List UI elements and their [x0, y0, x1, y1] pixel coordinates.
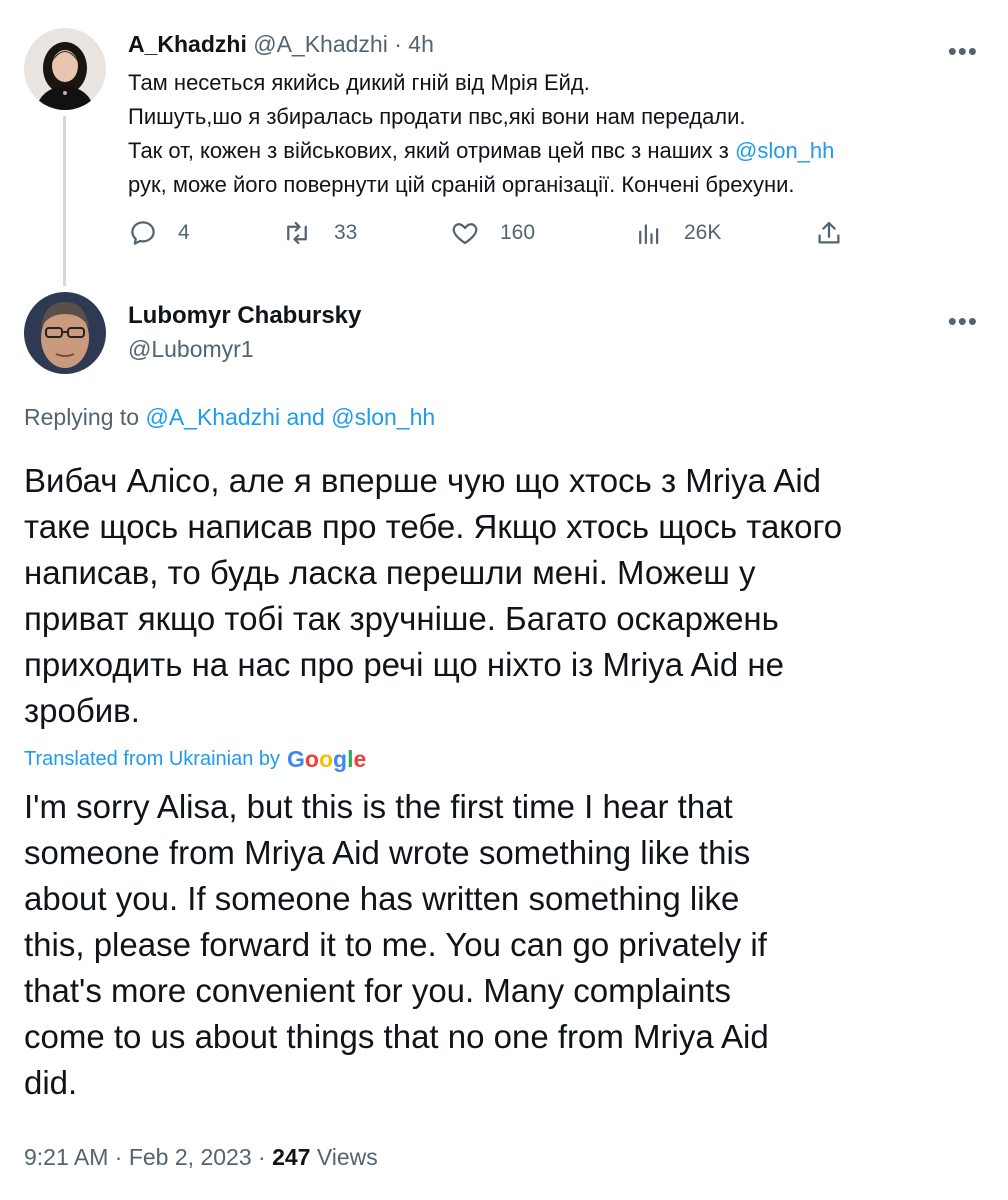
- tweet1-header: A_Khadzhi @A_Khadzhi · 4h: [128, 31, 434, 58]
- tweet2-ukrainian-text: Вибач Алісо, але я вперше чую що хтось з…: [24, 458, 842, 734]
- replying-to: Replying to @A_Khadzhi and @slon_hh: [24, 404, 436, 430]
- tweet1-display-name[interactable]: A_Khadzhi: [128, 31, 247, 57]
- avatar-a-khadzhi[interactable]: [24, 28, 106, 110]
- ua-line: Вибач Алісо, але я вперше чую що хтось з…: [24, 462, 822, 499]
- tweet2-english-text: I'm sorry Alisa, but this is the first t…: [24, 784, 769, 1106]
- reply-button[interactable]: 4: [128, 218, 190, 248]
- en-line: someone from Mriya Aid wrote something l…: [24, 834, 751, 871]
- like-count: 160: [500, 221, 536, 244]
- en-line: come to us about things that no one from…: [24, 1018, 769, 1055]
- tweet1-line: Пишуть,шо я збиралась продати пвс,які во…: [128, 104, 746, 129]
- tweet1-handle[interactable]: @A_Khadzhi: [253, 31, 388, 57]
- ua-line: приходить на нас про речі що ніхто із Mr…: [24, 646, 784, 683]
- tweet1-separator: ·: [394, 31, 402, 57]
- heart-icon: [452, 223, 478, 245]
- tweet-time[interactable]: 9:21 AM: [24, 1144, 108, 1170]
- views-chart-icon: [639, 224, 659, 245]
- retweet-button[interactable]: 33: [280, 218, 357, 248]
- tweet2-display-name[interactable]: Lubomyr Chabursky: [128, 302, 361, 330]
- tweet2-footer: 9:21 AM · Feb 2, 2023 · 247 Views: [24, 1144, 378, 1170]
- en-line: I'm sorry Alisa, but this is the first t…: [24, 788, 733, 825]
- tweet1-time[interactable]: 4h: [408, 31, 434, 57]
- ua-line: написав, то будь ласка перешли мені. Мож…: [24, 554, 756, 591]
- ua-line: зробив.: [24, 692, 140, 729]
- retweet-icon: [287, 221, 307, 245]
- tweet-date[interactable]: Feb 2, 2023: [129, 1144, 252, 1170]
- share-button[interactable]: [814, 218, 864, 248]
- share-icon: [818, 221, 840, 244]
- thread-connector-line: [63, 116, 66, 286]
- tweet1-line: Там несеться якийсь дикий гній від Мрія …: [128, 70, 590, 95]
- avatar-lubomyr-chabursky[interactable]: [24, 292, 106, 374]
- en-line: this, please forward it to me. You can g…: [24, 926, 767, 963]
- like-button[interactable]: 160: [450, 218, 535, 248]
- reply-icon: [131, 221, 155, 245]
- tweet-views-label: Views: [316, 1144, 378, 1170]
- views-button[interactable]: 26K: [634, 218, 721, 248]
- tweet1-text: Там несеться якийсь дикий гній від Мрія …: [128, 66, 834, 202]
- ua-line: таке щось написав про тебе. Якщо хтось щ…: [24, 508, 843, 545]
- en-line: about you. If someone has written someth…: [24, 880, 740, 917]
- translated-label: Translated from Ukrainian by: [24, 748, 281, 770]
- reply-mention-slon-hh[interactable]: @slon_hh: [331, 404, 435, 430]
- tweet2-handle[interactable]: @Lubomyr1: [128, 336, 254, 363]
- retweet-count: 33: [334, 221, 358, 244]
- views-count: 26K: [684, 221, 722, 244]
- tweet-views-count: 247: [272, 1144, 311, 1170]
- google-logo: Google: [287, 746, 367, 772]
- en-line: that's more convenient for you. Many com…: [24, 972, 731, 1009]
- en-line: did.: [24, 1064, 78, 1101]
- tweet1-line: Так от, кожен з військових, який отримав…: [128, 138, 835, 163]
- translated-by-google[interactable]: Translated from Ukrainian by Google: [24, 746, 366, 773]
- reply-count: 4: [178, 221, 190, 244]
- reply-mention-a-khadzhi[interactable]: @A_Khadzhi: [145, 404, 280, 430]
- tweet1-more-icon[interactable]: •••: [948, 38, 978, 64]
- mention-slon-hh[interactable]: @slon_hh: [735, 138, 834, 163]
- tweet1-line: рук, може його повернути цій сраній орга…: [128, 172, 795, 197]
- tweet1-actions: 4 33 160 26K: [128, 218, 848, 262]
- tweet2-more-icon[interactable]: •••: [948, 308, 978, 334]
- ua-line: приват якщо тобі так зручніше. Багато ос…: [24, 600, 779, 637]
